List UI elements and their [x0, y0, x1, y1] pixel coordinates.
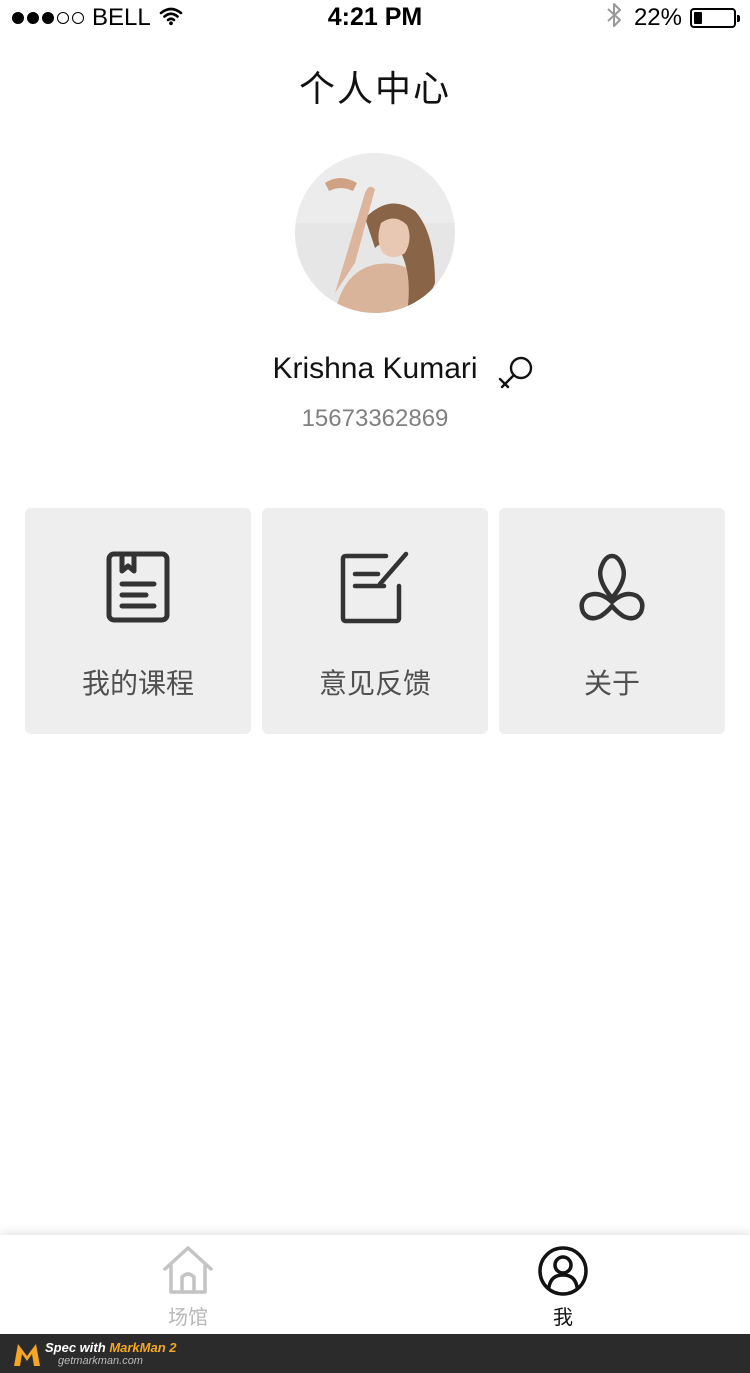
tab-label: 我 [553, 1305, 573, 1329]
user-circle-icon [537, 1245, 589, 1297]
avatar-photo [295, 153, 455, 313]
menu-card-label: 关于 [583, 667, 640, 700]
menu-card-about[interactable]: 关于 [499, 508, 725, 734]
home-icon [162, 1245, 214, 1297]
menu-card-label: 我的课程 [81, 667, 194, 700]
tab-venues[interactable]: 场馆 [128, 1235, 248, 1334]
female-icon [490, 348, 540, 398]
menu-card-feedback[interactable]: 意见反馈 [262, 508, 488, 734]
menu-card-my-courses[interactable]: 我的课程 [25, 508, 251, 734]
footer-line1: Spec with MarkMan 2 [45, 1340, 177, 1355]
battery-percent: 22% [633, 4, 682, 31]
user-name: Krishna Kumari [272, 352, 478, 385]
book-icon [94, 543, 182, 631]
bluetooth-icon [606, 2, 622, 35]
tab-me[interactable]: 我 [503, 1235, 623, 1334]
footer-url: getmarkman.com [58, 1355, 143, 1367]
menu-card-label: 意见反馈 [318, 667, 431, 700]
footer-brand: MarkMan 2 [109, 1340, 177, 1355]
feedback-edit-icon [331, 543, 419, 631]
footer-prefix: Spec with [45, 1340, 106, 1355]
tab-label: 场馆 [168, 1305, 208, 1329]
status-bar-right: 22% [606, 2, 740, 35]
battery-level [694, 12, 702, 24]
tab-bar: 场馆 我 [0, 1235, 750, 1334]
avatar[interactable] [295, 153, 455, 313]
markman-footer: Spec with MarkMan 2 getmarkman.com [0, 1334, 750, 1373]
status-bar: BELL 4:21 PM 22% [0, 0, 750, 40]
markman-logo-icon [12, 1340, 42, 1368]
battery-icon [690, 8, 740, 28]
yoga-pose-icon [568, 543, 656, 631]
page-title: 个人中心 [298, 69, 451, 110]
phone-number: 15673362869 [301, 405, 449, 432]
